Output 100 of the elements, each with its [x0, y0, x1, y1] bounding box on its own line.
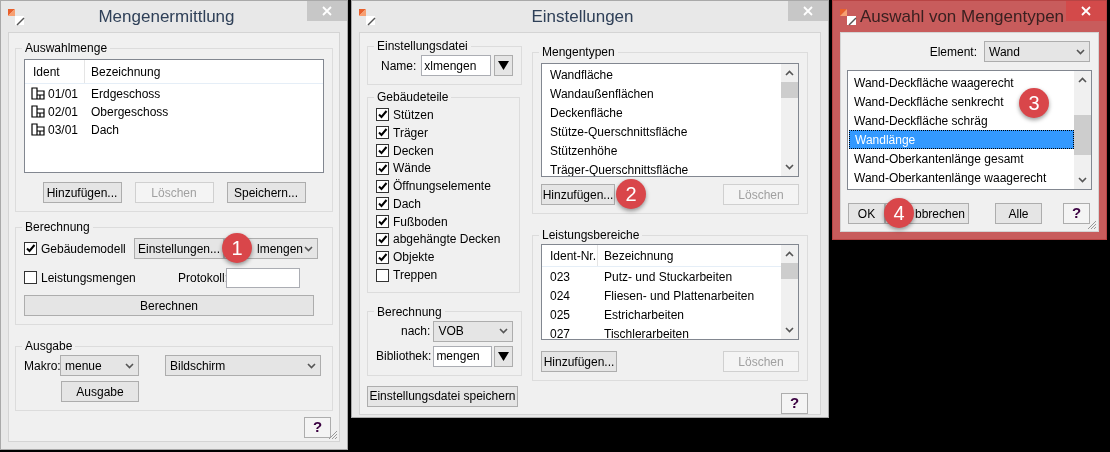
floor-plan-icon — [31, 87, 45, 100]
column-header[interactable]: Bezeichnung — [598, 246, 674, 265]
checkbox-label: Treppen — [393, 267, 438, 285]
list-row[interactable]: 01/01 Erdgeschoss — [25, 85, 323, 102]
field-label: Makro: — [24, 357, 60, 375]
scrollbar[interactable] — [781, 64, 798, 176]
field-label: Protokoll: — [178, 270, 226, 287]
help-button[interactable]: ? — [304, 417, 331, 438]
checkbox-label: Stützen — [393, 106, 434, 124]
list-item[interactable]: Wand-Deckfläche schräg — [849, 111, 990, 130]
push-button[interactable]: Einstellungen... — [134, 238, 224, 259]
push-button[interactable]: Ausgabe — [61, 381, 139, 402]
checkbox[interactable] — [376, 179, 389, 193]
scrollbar[interactable] — [1074, 71, 1091, 189]
list-item[interactable]: Stützenhöhe — [542, 141, 781, 160]
checkbox[interactable] — [376, 215, 389, 229]
chevron-down-icon — [307, 362, 316, 369]
list-item[interactable]: Träger-Querschnittsfläche — [542, 160, 781, 176]
dropdown-select[interactable]: VOB — [433, 320, 514, 342]
push-button[interactable]: Hinzufügen... — [42, 182, 122, 203]
dropdown-button[interactable] — [494, 345, 514, 367]
checkbox[interactable] — [24, 271, 37, 285]
dropdown-select[interactable]: Wand — [984, 41, 1090, 62]
push-button[interactable]: Berechnen — [24, 295, 314, 316]
help-button[interactable]: ? — [781, 393, 808, 414]
step-callout-tooltip: 4 — [884, 198, 914, 228]
list-row[interactable]: 03/01 Dach — [25, 121, 323, 138]
chevron-down-icon — [1078, 177, 1087, 183]
step-callout-tooltip: 1 — [222, 233, 252, 263]
push-button[interactable]: Speichern... — [226, 182, 306, 203]
list-row[interactable]: 024 Fliesen- und Plattenarbeiten — [542, 286, 781, 305]
push-button[interactable]: Einstellungsdatei speichern — [367, 385, 518, 407]
scroll-thumb[interactable] — [781, 263, 798, 279]
list-item[interactable]: Wand-Oberkantenlänge waagerecht — [849, 168, 1049, 187]
resize-grip-icon — [327, 429, 338, 440]
scrollbar[interactable] — [781, 245, 798, 339]
push-button[interactable]: Hinzufügen... — [541, 351, 617, 372]
field-label: Name: — [380, 57, 418, 75]
checkbox[interactable] — [24, 242, 37, 255]
push-button[interactable]: OK — [848, 203, 885, 224]
checkbox-label: Träger — [393, 124, 428, 142]
scroll-thumb[interactable] — [781, 82, 798, 98]
scroll-thumb[interactable] — [1074, 115, 1091, 155]
checkbox[interactable] — [376, 268, 389, 282]
list-row[interactable]: 023 Putz- und Stuckarbeiten — [542, 267, 781, 286]
list-item[interactable]: Wand-Deckfläche waagerecht — [849, 73, 1016, 92]
window-title: Auswahl von Mengentypen — [858, 5, 1066, 28]
list-item[interactable]: Wandaußenflächen — [542, 84, 781, 103]
push-button[interactable]: Hinzufügen... — [541, 184, 615, 205]
checkbox[interactable] — [376, 161, 389, 175]
checkbox[interactable] — [376, 126, 389, 140]
chevron-down-icon — [1076, 48, 1085, 55]
field-label: Bibliothek: — [376, 348, 432, 366]
close-icon — [322, 6, 332, 16]
app-icon — [838, 6, 858, 27]
column-header[interactable]: Bezeichnung — [85, 62, 161, 81]
close-button[interactable] — [1066, 1, 1106, 21]
window-title: Einstellungen — [530, 5, 635, 28]
table-cell-text: Tischlerarbeiten — [603, 325, 689, 339]
close-icon — [1081, 6, 1091, 16]
help-button[interactable]: ? — [1063, 203, 1090, 224]
checkbox-label: Fußboden — [393, 213, 448, 231]
checkbox-label: Wände — [393, 160, 432, 178]
list-item[interactable]: Deckenfläche — [542, 103, 781, 122]
checkbox-label: Leistungsmengen — [41, 270, 136, 287]
library-field[interactable]: mengen — [433, 345, 493, 367]
checkbox[interactable] — [376, 250, 389, 264]
group-label: Leistungsbereiche — [541, 227, 641, 244]
name-field[interactable]: xlmengen — [421, 55, 492, 76]
window-title: Mengenermittlung — [97, 5, 236, 28]
chevron-up-icon — [785, 251, 794, 257]
floor-plan-icon — [31, 123, 45, 136]
protocol-field[interactable] — [226, 268, 300, 288]
list-item[interactable]: Wandfläche — [542, 65, 781, 84]
list-row[interactable]: 025 Estricharbeiten — [542, 305, 781, 324]
step-callout-tooltip: 2 — [616, 179, 646, 209]
checkbox-label: abgehängte Decken — [393, 231, 501, 249]
table-cell-text: 024 — [549, 287, 572, 305]
dropdown-select[interactable]: Bildschirm — [165, 355, 321, 376]
column-header[interactable]: Ident — [25, 60, 85, 83]
list-item[interactable]: Stütze-Querschnittsfläche — [542, 122, 781, 141]
checkbox-label: Dach — [393, 195, 421, 213]
push-button[interactable]: Alle — [995, 203, 1042, 224]
list-item[interactable]: Wand-Deckfläche senkrecht — [849, 92, 1006, 111]
checkbox[interactable] — [376, 144, 389, 157]
list-row[interactable]: 02/01 Obergeschoss — [25, 103, 323, 120]
dropdown-button[interactable] — [494, 55, 514, 76]
checkbox[interactable] — [376, 232, 389, 246]
column-header[interactable]: Ident-Nr. — [542, 245, 598, 266]
dropdown-select[interactable]: menue — [60, 355, 139, 376]
list-row[interactable]: 027 Tischlerarbeiten — [542, 324, 781, 339]
list-item[interactable]: Wand-Oberkantenlänge gesamt — [849, 149, 1026, 168]
group-label: Einstellungsdatei — [376, 38, 469, 55]
checkbox[interactable] — [376, 197, 389, 211]
table-cell-text: 025 — [549, 306, 572, 324]
checkbox-label: Öffnungselemente — [393, 178, 491, 196]
chevron-down-icon — [499, 328, 509, 335]
checkbox-label: Gebäudemodell — [41, 240, 126, 258]
triangle-down-icon — [498, 61, 510, 70]
checkbox[interactable] — [376, 108, 389, 122]
